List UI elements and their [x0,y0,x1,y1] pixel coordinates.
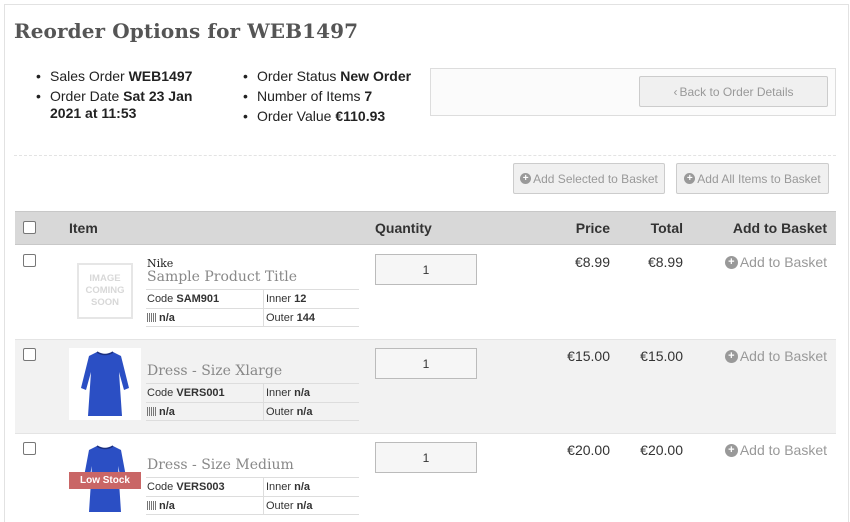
add-to-basket-link[interactable]: + Add to Basket [724,442,827,458]
quantity-input[interactable]: 1 [375,254,477,285]
divider [14,155,836,156]
plus-circle-icon: + [684,173,696,184]
row-price: €15.00 [567,348,610,364]
order-value-item: Order Value €110.93 [242,108,432,125]
add-all-items-to-basket-button[interactable]: + Add All Items to Basket [676,163,829,194]
plus-circle-icon: + [724,349,738,363]
barcode-icon [147,407,157,416]
number-of-items-value: 7 [364,88,373,104]
back-to-order-details-button[interactable]: ‹ Back to Order Details [639,76,828,107]
header-add-to-basket: Add to Basket [732,220,827,236]
table-row: Dress - Size Xlarge Code VERS001 Inner n/… [15,340,836,434]
row-total: €20.00 [640,442,683,458]
row-total: €15.00 [640,348,683,364]
quantity-input[interactable]: 1 [375,442,477,473]
add-to-basket-link[interactable]: + Add to Basket [724,254,827,270]
order-value-value: €110.93 [335,108,386,124]
product-specs: Code SAM901 Inner 12 n/a Outer 144 [146,289,359,327]
order-date-item: Order Date Sat 23 Jan 2021 at 11:53 [35,88,225,122]
table-row: Low Stock Dress - Size Medium Code VERS0… [15,434,836,522]
row-checkbox[interactable] [23,442,36,455]
barcode-icon [147,501,157,510]
chevron-left-icon: ‹ [673,84,678,99]
dress-image [69,348,141,420]
image-coming-soon-placeholder: IMAGE COMING SOON [77,263,133,319]
row-price: €20.00 [567,442,610,458]
row-checkbox[interactable] [23,254,36,267]
product-title[interactable]: Dress - Size Xlarge [147,363,282,379]
row-checkbox[interactable] [23,348,36,361]
header-item: Item [69,220,98,236]
header-price: Price [575,220,610,236]
product-specs: Code VERS001 Inner n/a n/a Outer n/a [146,383,359,421]
order-info-right: Order Status New Order Number of Items 7… [242,68,432,128]
product-specs: Code VERS003 Inner n/a n/a Outer n/a [146,477,359,515]
order-info-left: Sales Order WEB1497 Order Date Sat 23 Ja… [35,68,225,125]
select-all-checkbox[interactable] [23,221,36,234]
page-title: Reorder Options for WEB1497 [14,19,359,43]
add-to-basket-link[interactable]: + Add to Basket [724,348,827,364]
header-quantity: Quantity [375,220,432,236]
sales-order-value: WEB1497 [128,68,193,84]
row-total: €8.99 [647,254,683,270]
plus-circle-icon: + [520,173,532,184]
plus-circle-icon: + [724,255,738,269]
quantity-input[interactable]: 1 [375,348,477,379]
add-selected-to-basket-button[interactable]: + Add Selected to Basket [513,163,665,194]
low-stock-badge: Low Stock [69,472,141,489]
row-price: €8.99 [574,254,610,270]
plus-circle-icon: + [724,443,738,457]
barcode-icon [147,313,157,322]
product-title[interactable]: Sample Product Title [147,269,297,285]
product-title[interactable]: Dress - Size Medium [147,457,294,473]
table-row: IMAGE COMING SOON Nike Sample Product Ti… [15,246,836,340]
order-status-item: Order Status New Order [242,68,432,85]
sales-order-item: Sales Order WEB1497 [35,68,225,85]
table-header: Item Quantity Price Total Add to Basket [15,211,836,245]
number-of-items-item: Number of Items 7 [242,88,432,105]
header-total: Total [650,220,683,236]
order-status-value: New Order [340,68,412,84]
